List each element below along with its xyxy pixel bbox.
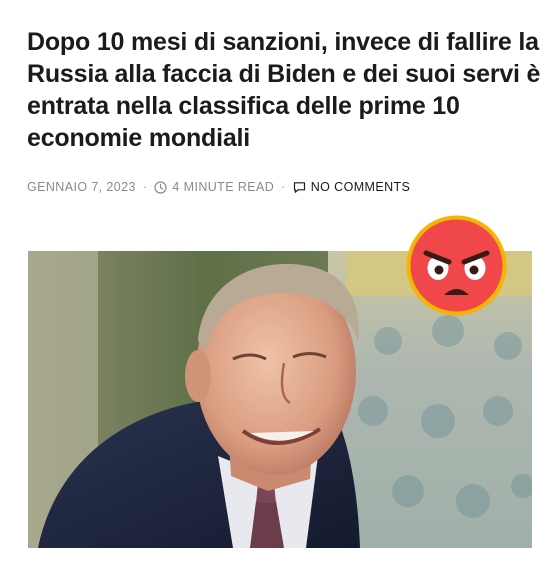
article-meta: GENNAIO 7, 2023 · 4 MINUTE READ · NO COM… xyxy=(27,178,410,196)
comments-link[interactable]: NO COMMENTS xyxy=(311,180,411,194)
clock-icon xyxy=(154,180,168,194)
article-date: GENNAIO 7, 2023 xyxy=(27,180,136,194)
meta-separator: · xyxy=(142,180,148,194)
read-time: 4 MINUTE READ xyxy=(172,180,275,194)
meta-separator: · xyxy=(281,180,286,194)
article-title[interactable]: Dopo 10 mesi di sanzioni, invece di fall… xyxy=(27,26,547,154)
angry-face-emoji xyxy=(404,213,509,318)
article-page: Dopo 10 mesi di sanzioni, invece di fall… xyxy=(0,0,560,561)
comment-bubble-icon[interactable] xyxy=(293,181,306,194)
